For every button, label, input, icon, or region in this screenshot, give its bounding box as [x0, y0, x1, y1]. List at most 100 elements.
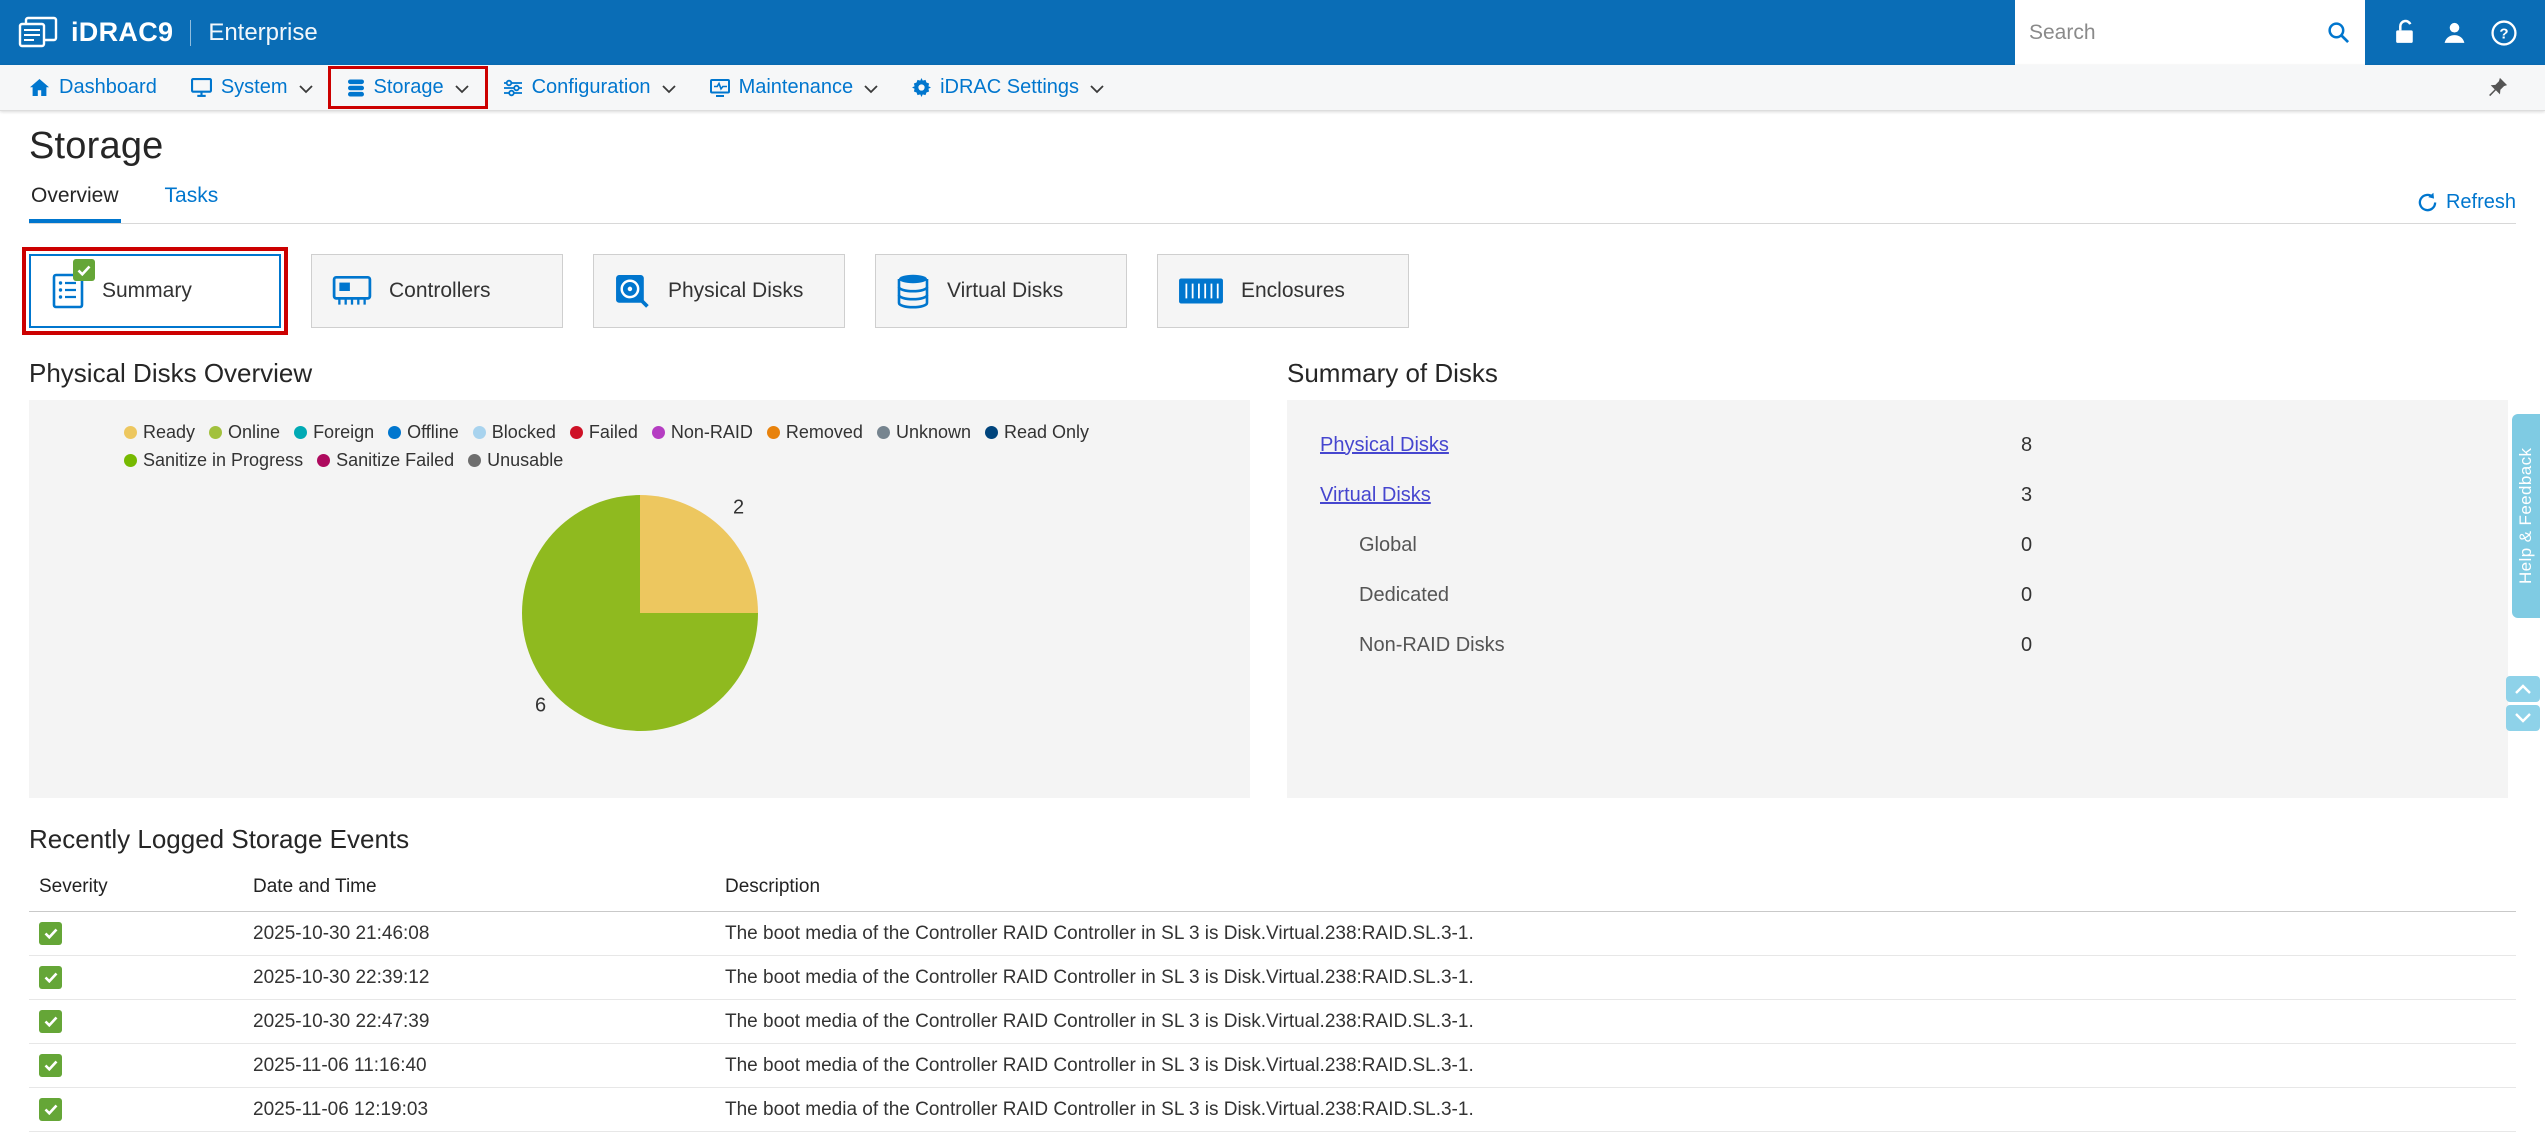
card-label: Physical Disks: [668, 279, 803, 303]
help-feedback-tab[interactable]: Help & Feedback: [2512, 414, 2540, 618]
pin-icon[interactable]: [2486, 76, 2509, 99]
main-nav: Dashboard System Storage Configuration Maint…: [0, 65, 2545, 111]
recent-storage-events: Recently Logged Storage Events SeverityD…: [29, 824, 2516, 1140]
controllers-icon: [332, 275, 372, 307]
main-content: Storage OverviewTasks Refresh SummaryCon…: [0, 125, 2545, 1140]
event-severity-cell: [29, 912, 243, 956]
physical-disks-overview-panel: Physical Disks Overview ReadyOnlineForei…: [29, 358, 1250, 798]
idrac-logo-icon: [18, 16, 58, 50]
legend-color-dot: [570, 426, 583, 439]
summary-value: 3: [2021, 484, 2032, 507]
event-severity-cell: [29, 1132, 243, 1140]
summary-value: 8: [2021, 434, 2032, 457]
card-enclosures[interactable]: Enclosures: [1157, 254, 1409, 328]
event-severity-cell: [29, 1000, 243, 1044]
summary-row-global: Global 0: [1287, 520, 2508, 570]
pie-value-online: 6: [535, 695, 546, 718]
event-datetime: 2025-11-08 16:47:28: [243, 1132, 715, 1140]
panel-title: Physical Disks Overview: [29, 358, 1250, 389]
legend-label: Unknown: [896, 422, 971, 443]
legend-item-sanitize-failed: Sanitize Failed: [317, 450, 454, 471]
legend-color-dot: [767, 426, 780, 439]
card-physical-disks[interactable]: Physical Disks: [593, 254, 845, 328]
tab-overview[interactable]: Overview: [29, 178, 121, 223]
legend-color-dot: [317, 454, 330, 467]
card-summary[interactable]: Summary: [29, 254, 281, 328]
nav-item-idrac-settings[interactable]: iDRAC Settings: [895, 68, 1121, 107]
nav-item-label: Configuration: [532, 76, 651, 99]
column-header-date-and-time: Date and Time: [243, 866, 715, 912]
summary-link[interactable]: Virtual Disks: [1320, 484, 1431, 507]
event-row: 2025-11-08 16:47:28The boot media of the…: [29, 1132, 2516, 1140]
legend-label: Foreign: [313, 422, 374, 443]
scroll-down-button[interactable]: [2506, 705, 2540, 731]
events-table: SeverityDate and TimeDescription 2025-10…: [29, 866, 2516, 1140]
event-datetime: 2025-10-30 21:46:08: [243, 912, 715, 956]
event-severity-cell: [29, 1088, 243, 1132]
user-icon[interactable]: [2442, 20, 2467, 45]
help-icon[interactable]: ?: [2491, 20, 2517, 46]
legend-label: Offline: [407, 422, 459, 443]
search-icon[interactable]: [2326, 20, 2351, 45]
nav-item-configuration[interactable]: Configuration: [486, 68, 693, 107]
legend-label: Blocked: [492, 422, 556, 443]
scroll-up-button[interactable]: [2506, 676, 2540, 702]
event-row: 2025-11-06 11:16:40The boot media of the…: [29, 1044, 2516, 1088]
refresh-button[interactable]: Refresh: [2417, 191, 2516, 223]
nav-item-storage[interactable]: Storage: [330, 68, 486, 107]
chevron-down-icon: [455, 85, 469, 94]
brand-edition: Enterprise: [208, 19, 317, 47]
legend-item-sanitize-in-progress: Sanitize in Progress: [124, 450, 303, 471]
nav-item-dashboard[interactable]: Dashboard: [12, 68, 174, 107]
nav-item-system[interactable]: System: [174, 68, 330, 107]
nav-item-label: System: [221, 76, 288, 99]
search-input[interactable]: [2029, 21, 2318, 45]
card-controllers[interactable]: Controllers: [311, 254, 563, 328]
tabs-row: Overview Tasks Refresh: [29, 178, 2516, 224]
refresh-icon: [2417, 192, 2438, 213]
search-box: [2015, 0, 2365, 65]
column-header-severity: Severity: [29, 866, 243, 912]
summary-label: Global: [1359, 534, 1417, 557]
storage-category-cards: Summary Controllers Physical Disks Virtual …: [29, 254, 2516, 328]
event-datetime: 2025-11-06 11:16:40: [243, 1044, 715, 1088]
brand-divider: [190, 20, 191, 46]
tab-tasks[interactable]: Tasks: [163, 178, 221, 223]
legend-item-failed: Failed: [570, 422, 638, 443]
brand: iDRAC9 Enterprise: [18, 16, 318, 50]
legend-color-dot: [985, 426, 998, 439]
nav-item-label: Maintenance: [739, 76, 854, 99]
summary-link[interactable]: Physical Disks: [1320, 434, 1449, 457]
event-datetime: 2025-10-30 22:39:12: [243, 956, 715, 1000]
legend-item-unknown: Unknown: [877, 422, 971, 443]
legend-color-dot: [209, 426, 222, 439]
lock-open-icon[interactable]: [2393, 19, 2418, 46]
legend-label: Removed: [786, 422, 863, 443]
brand-name: iDRAC9: [71, 17, 173, 48]
legend-item-foreign: Foreign: [294, 422, 374, 443]
event-description: The boot media of the Controller RAID Co…: [715, 1044, 2516, 1088]
legend-label: Sanitize in Progress: [143, 450, 303, 471]
legend-label: Unusable: [487, 450, 563, 471]
event-description: The boot media of the Controller RAID Co…: [715, 1132, 2516, 1140]
chevron-down-icon: [864, 85, 878, 94]
legend-color-dot: [877, 426, 890, 439]
summary-value: 0: [2021, 534, 2032, 557]
home-icon: [29, 78, 50, 97]
nav-item-label: Dashboard: [59, 76, 157, 99]
summary-row-physical-disks: Physical Disks 8: [1287, 420, 2508, 470]
event-description: The boot media of the Controller RAID Co…: [715, 1088, 2516, 1132]
legend-color-dot: [468, 454, 481, 467]
nav-item-maintenance[interactable]: Maintenance: [693, 68, 896, 107]
svg-text:?: ?: [2499, 25, 2508, 42]
card-virtual-disks[interactable]: Virtual Disks: [875, 254, 1127, 328]
summary-row-dedicated: Dedicated0: [1287, 570, 2508, 620]
severity-ok-icon: [39, 966, 62, 989]
summary-label: Dedicated: [1359, 584, 1449, 607]
storage-icon: [347, 78, 365, 98]
event-row: 2025-11-06 12:19:03The boot media of the…: [29, 1088, 2516, 1132]
severity-ok-icon: [39, 1098, 62, 1121]
severity-ok-icon: [39, 1010, 62, 1033]
legend-label: Sanitize Failed: [336, 450, 454, 471]
pie-legend: ReadyOnlineForeignOfflineBlockedFailedNo…: [29, 400, 1179, 471]
